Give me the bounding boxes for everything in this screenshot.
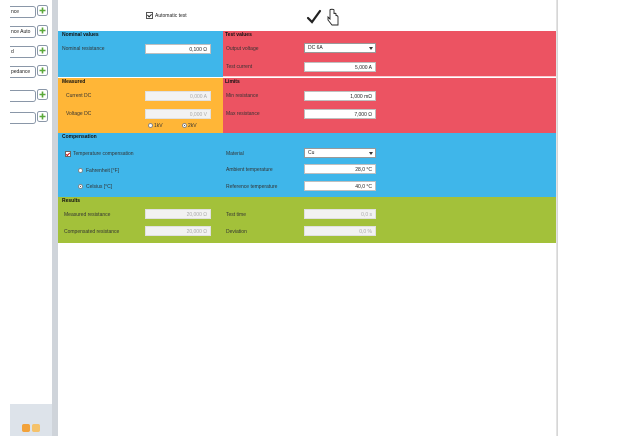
add-icon[interactable]	[37, 89, 48, 100]
right-side-panel	[556, 0, 630, 436]
measured-resistance-label: Measured resistance	[64, 212, 111, 218]
current-dc-field: 0,000 A	[145, 91, 211, 101]
section-title: Results	[62, 198, 81, 204]
test-list-item[interactable]	[10, 88, 50, 102]
output-voltage-select[interactable]: DC 6A	[304, 43, 376, 53]
add-icon[interactable]	[37, 65, 48, 76]
celsius-radio[interactable]	[78, 184, 83, 189]
celsius-label: Celsius [°C]	[86, 184, 113, 190]
max-resistance-field[interactable]: 7,000 Ω	[304, 109, 376, 119]
panel-divider	[557, 0, 558, 436]
fahrenheit-label: Fahrenheit [°F]	[86, 168, 120, 174]
min-resistance-label: Min resistance	[226, 93, 259, 99]
deviation-label: Deviation	[226, 229, 247, 235]
home-icon[interactable]	[32, 424, 40, 432]
material-select[interactable]: Cu	[304, 148, 376, 158]
automatic-test-label: Automatic test	[155, 12, 187, 19]
compensated-resistance-label: Compensated resistance	[64, 229, 120, 235]
ambient-temperature-field[interactable]: 28,0 °C	[304, 164, 376, 174]
test-list-item[interactable]: pedance	[10, 64, 50, 78]
nominal-values-panel: Nominal values Nominal resistance 0,100 …	[58, 31, 223, 77]
test-item-label: pedance	[10, 66, 36, 78]
hand-pointer-icon[interactable]	[326, 8, 340, 26]
fahrenheit-radio[interactable]	[78, 168, 83, 173]
temperature-compensation-label: Temperature compensation	[73, 151, 134, 157]
left-panel-footer	[10, 404, 52, 436]
radio-1kv[interactable]	[148, 123, 153, 128]
material-value: Cu	[308, 150, 315, 156]
test-time-field: 0,0 s	[304, 209, 376, 219]
radio-2kv-label: 2kV	[188, 123, 197, 129]
test-time-label: Test time	[226, 212, 247, 218]
max-resistance-label: Max resistance	[226, 111, 260, 117]
results-panel: Results Measured resistance 20,000 Ω Com…	[58, 197, 556, 243]
test-item-label	[10, 90, 36, 102]
test-settings-form: Automatic test Nominal values Nominal re…	[58, 0, 556, 436]
output-voltage-value: DC 6A	[308, 45, 323, 51]
add-icon[interactable]	[37, 111, 48, 122]
automatic-test-checkbox[interactable]: Automatic test	[146, 12, 187, 19]
min-resistance-field[interactable]: 1,000 mΩ	[304, 91, 376, 101]
add-icon[interactable]	[37, 25, 48, 36]
nominal-resistance-field[interactable]: 0,100 Ω	[145, 44, 211, 54]
add-icon[interactable]	[37, 45, 48, 56]
reference-temperature-label: Reference temperature	[226, 184, 278, 190]
reference-temperature-field[interactable]: 40,0 °C	[304, 181, 376, 191]
test-current-field[interactable]: 5,000 A	[304, 62, 376, 72]
test-item-label: nce Auto	[10, 26, 36, 38]
section-title: Nominal values	[62, 32, 99, 38]
nominal-resistance-label: Nominal resistance	[62, 46, 105, 52]
chevron-down-icon	[369, 47, 373, 50]
ambient-temperature-label: Ambient temperature	[226, 167, 273, 173]
section-title: Measured	[62, 79, 86, 85]
output-voltage-label: Output voltage	[226, 46, 259, 52]
test-item-label: nce	[10, 6, 36, 18]
measured-panel: Measured Current DC 0,000 A Voltage DC 0…	[58, 78, 223, 133]
radio-1kv-label: 1kV	[154, 123, 163, 129]
test-list-item[interactable]: nce	[10, 4, 50, 18]
temperature-compensation-checkbox[interactable]	[65, 151, 71, 157]
folder-icon[interactable]	[22, 424, 30, 432]
test-values-panel: Test values Output voltage DC 6A Test cu…	[223, 31, 556, 77]
app-window: nce nce Auto d pedance Automatic test No…	[0, 0, 630, 436]
toolbar: Automatic test	[58, 0, 556, 31]
measured-resistance-field: 20,000 Ω	[145, 209, 211, 219]
divider	[223, 76, 556, 77]
test-current-label: Test current	[226, 64, 253, 70]
current-dc-label: Current DC	[66, 93, 92, 99]
compensated-resistance-field: 20,000 Ω	[145, 226, 211, 236]
add-icon[interactable]	[37, 5, 48, 16]
material-label: Material	[226, 151, 244, 157]
deviation-field: 0,0 %	[304, 226, 376, 236]
voltage-dc-field: 0,000 V	[145, 109, 211, 119]
test-list-item[interactable]: d	[10, 44, 50, 58]
test-item-label: d	[10, 46, 36, 58]
section-title: Test values	[225, 32, 252, 38]
test-list-item[interactable]: nce Auto	[10, 24, 50, 38]
voltage-dc-label: Voltage DC	[66, 111, 92, 117]
test-list-item[interactable]	[10, 110, 50, 124]
checkbox-checked-icon	[146, 12, 153, 19]
chevron-down-icon	[369, 152, 373, 155]
limits-panel: Limits Min resistance 1,000 mΩ Max resis…	[223, 78, 556, 133]
check-icon[interactable]	[306, 9, 322, 25]
test-item-label	[10, 112, 36, 124]
section-title: Limits	[225, 79, 240, 85]
test-list-panel: nce nce Auto d pedance	[0, 0, 58, 436]
radio-2kv[interactable]	[182, 123, 187, 128]
section-title: Compensation	[62, 134, 97, 140]
compensation-panel: Compensation Temperature compensation Fa…	[58, 133, 556, 197]
